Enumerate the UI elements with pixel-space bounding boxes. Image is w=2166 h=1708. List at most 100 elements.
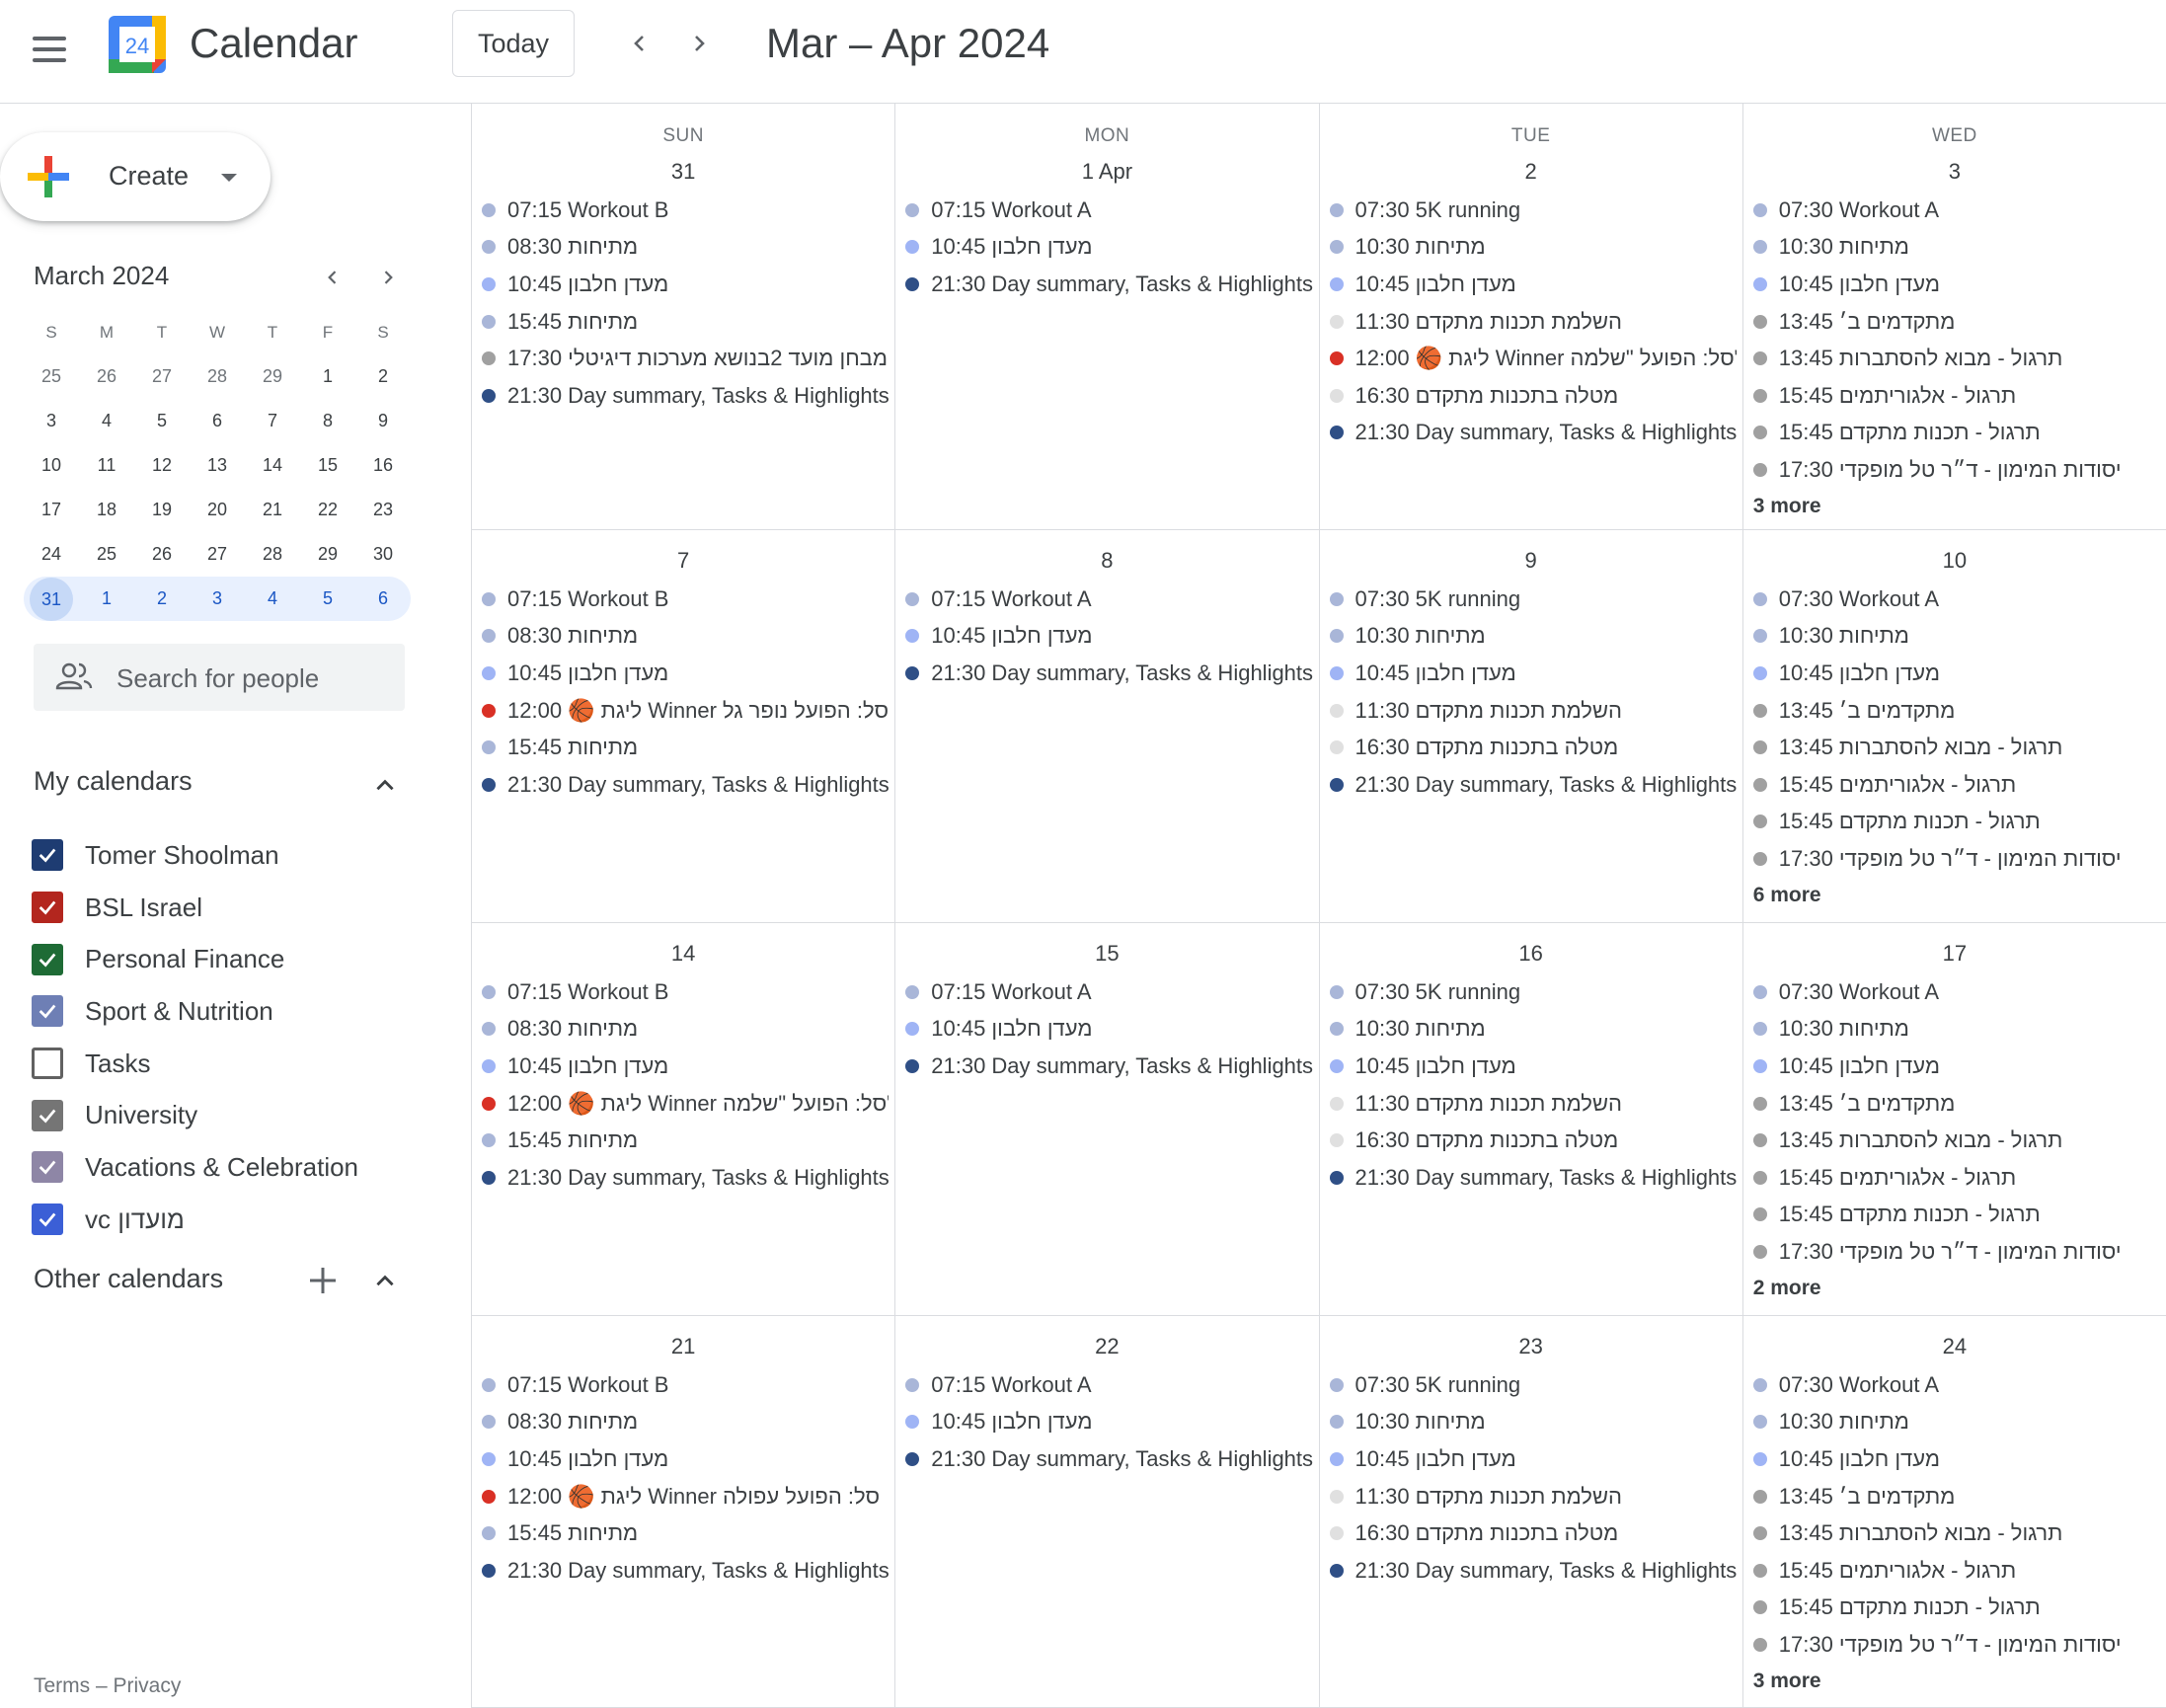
calendar-item[interactable]: BSL Israel [32,882,358,934]
checkbox-checked-icon[interactable] [32,1151,63,1184]
event-chip[interactable]: 21:30 Day summary, Tasks & Highlights [905,1440,1313,1478]
checkbox-checked-icon[interactable] [32,892,63,924]
event-chip[interactable]: 15:45 תרגול - אלגוריתמים [1752,377,2160,415]
event-chip[interactable]: 21:30 Day summary, Tasks & Highlights [905,1048,1313,1085]
calendar-item[interactable]: Vacations & Celebration [32,1141,358,1194]
day-number[interactable]: 17 [1743,941,2166,967]
mini-calendar-day[interactable]: 9 [355,411,411,431]
search-people-input[interactable]: Search for people [34,644,405,711]
event-chip[interactable]: 10:30 מתיחות [1329,1011,1737,1048]
event-chip[interactable]: 12:00 🏀 ליגת Winner סל: הפועל נופר גל [482,692,889,730]
event-chip[interactable]: 15:45 מתיחות [482,1122,889,1159]
mini-calendar-day[interactable]: 17 [24,500,79,520]
mini-calendar-day[interactable]: 23 [355,500,411,520]
event-chip[interactable]: 11:30 השלמת תכנות מתקדם [1329,1085,1737,1123]
mini-calendar-day[interactable]: 4 [79,411,134,431]
event-chip[interactable]: 17:30 מבחן מועד 2בנושא מערכות דיגיטלי [482,340,889,377]
calendar-item[interactable]: vc מועדון [32,1194,358,1246]
checkbox-checked-icon[interactable] [32,995,63,1028]
add-other-calendar-button[interactable] [304,1262,342,1299]
mini-calendar-day[interactable]: 12 [134,455,190,476]
checkbox-empty-icon[interactable] [32,1048,63,1080]
other-calendars-title[interactable]: Other calendars [34,1264,223,1294]
today-button[interactable]: Today [452,10,575,77]
mini-calendar-day[interactable]: 22 [300,500,355,520]
event-chip[interactable]: 10:45 מעדן חלבון [1752,1048,2160,1085]
event-chip[interactable]: 10:45 מעדן חלבון [482,655,889,692]
event-chip[interactable]: 10:45 מעדן חלבון [482,266,889,303]
day-cell[interactable]: 23 07:30 5K running 10:30 מתיחות 10:45 מעדן… [1319,1316,1743,1708]
event-chip[interactable]: 15:45 תרגול - אלגוריתמים [1752,1159,2160,1197]
event-chip[interactable]: 10:30 מתיחות [1329,229,1737,267]
event-chip[interactable]: 10:30 מתיחות [1752,229,2160,267]
event-chip[interactable]: 16:30 מטלה בתכנות מתקדם [1329,377,1737,415]
event-chip[interactable]: 10:30 מתיחות [1752,1011,2160,1048]
mini-calendar-day[interactable]: 21 [245,500,300,520]
event-chip[interactable]: 07:30 5K running [1329,192,1737,229]
event-chip[interactable]: 07:30 5K running [1329,973,1737,1011]
more-events-link[interactable]: 2 more [1753,1271,2160,1306]
mini-calendar-day[interactable]: 3 [24,411,79,431]
mini-calendar-day[interactable]: 24 [24,544,79,565]
mini-calendar-next-button[interactable] [371,261,405,294]
mini-calendar-day[interactable]: 14 [245,455,300,476]
mini-calendar-day[interactable]: 25 [24,366,79,387]
day-cell[interactable]: MON 1 Apr 07:15 Workout A 10:45 מעדן חלבון 2… [895,104,1320,530]
mini-calendar-day[interactable]: 28 [245,544,300,565]
mini-calendar-day[interactable]: 27 [134,366,190,387]
event-chip[interactable]: 11:30 השלמת תכנות מתקדם [1329,1478,1737,1515]
event-chip[interactable]: 12:00 🏀 ליגת Winner סל: הפועל "שלמה" [1329,340,1737,377]
event-chip[interactable]: 07:15 Workout B [482,1366,889,1404]
event-chip[interactable]: 13:45 תרגול - מבוא להסתברות [1752,340,2160,377]
event-chip[interactable]: 21:30 Day summary, Tasks & Highlights [482,766,889,804]
event-chip[interactable]: 10:45 מעדן חלבון [905,229,1312,267]
event-chip[interactable]: 07:30 Workout A [1752,973,2160,1011]
day-number[interactable]: 3 [1743,159,2166,185]
event-chip[interactable]: 17:30 יסודות המימון - ד״ר טל מופקדי [1752,840,2160,878]
day-number[interactable]: 8 [895,548,1318,574]
event-chip[interactable]: 07:15 Workout A [905,192,1312,229]
calendar-item[interactable]: Personal Finance [32,933,358,985]
day-cell[interactable]: 14 07:15 Workout B 08:30 מתיחות 10:45 מעדן … [472,923,896,1316]
mini-calendar-day[interactable]: 6 [190,411,245,431]
event-chip[interactable]: 08:30 מתיחות [482,618,889,656]
mini-calendar-day[interactable]: 27 [190,544,245,565]
event-chip[interactable]: 21:30 Day summary, Tasks & Highlights [1329,1552,1737,1590]
next-period-button[interactable] [672,17,726,70]
mini-calendar-day[interactable]: 20 [190,500,245,520]
mini-calendar-day[interactable]: 28 [190,366,245,387]
mini-calendar-day[interactable]: 1 [79,588,134,609]
day-number[interactable]: 7 [472,548,894,574]
day-cell[interactable]: 8 07:15 Workout A 10:45 מעדן חלבון 21:30 Da… [895,530,1320,923]
day-cell[interactable]: 7 07:15 Workout B 08:30 מתיחות 10:45 מעדן ח… [472,530,896,923]
event-chip[interactable]: 13:45 תרגול - מבוא להסתברות [1752,1122,2160,1159]
mini-calendar-day[interactable]: 30 [355,544,411,565]
mini-calendar-day[interactable]: 16 [355,455,411,476]
mini-calendar-day[interactable]: 11 [79,455,134,476]
event-chip[interactable]: 07:30 5K running [1329,581,1737,618]
event-chip[interactable]: 07:15 Workout B [482,973,889,1011]
event-chip[interactable]: 10:45 מעדן חלבון [1329,266,1737,303]
day-number[interactable]: 9 [1320,548,1742,574]
event-chip[interactable]: 21:30 Day summary, Tasks & Highlights [905,266,1313,303]
mini-calendar-day[interactable]: 26 [134,544,190,565]
event-chip[interactable]: 10:45 מעדן חלבון [1329,655,1737,692]
event-chip[interactable]: 07:30 5K running [1329,1366,1737,1404]
day-number[interactable]: 1 Apr [895,159,1318,185]
day-number[interactable]: 23 [1320,1334,1742,1359]
calendar-item[interactable]: Tomer Shoolman [32,829,358,882]
event-chip[interactable]: 12:00 🏀 ליגת Winner סל: הפועל עפולה [482,1478,889,1515]
day-number[interactable]: 14 [472,941,894,967]
event-chip[interactable]: 07:30 Workout A [1752,581,2160,618]
day-cell[interactable]: SUN 31 07:15 Workout B 08:30 מתיחות 10:45 מע… [472,104,896,530]
event-chip[interactable]: 10:30 מתיחות [1329,618,1737,656]
mini-calendar-day[interactable]: 5 [134,411,190,431]
event-chip[interactable]: 16:30 מטלה בתכנות מתקדם [1329,729,1737,766]
mini-calendar-day[interactable]: 29 [245,366,300,387]
checkbox-checked-icon[interactable] [32,943,63,975]
event-chip[interactable]: 21:30 Day summary, Tasks & Highlights [482,1159,889,1197]
mini-calendar-day[interactable]: 10 [24,455,79,476]
event-chip[interactable]: 10:45 מעדן חלבון [1752,655,2160,692]
event-chip[interactable]: 10:45 מעדן חלבון [905,618,1312,656]
event-chip[interactable]: 10:45 מעדן חלבון [1752,266,2160,303]
